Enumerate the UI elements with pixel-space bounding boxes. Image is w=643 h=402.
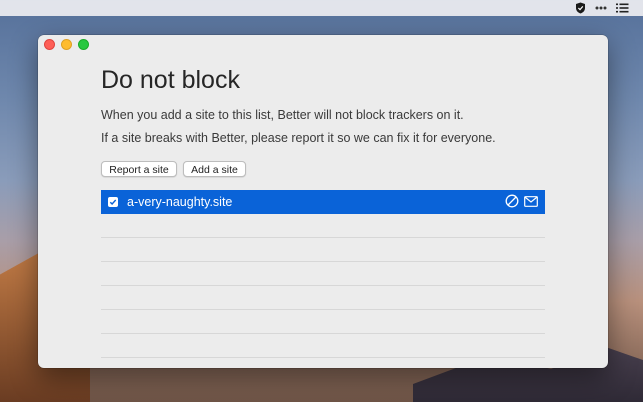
empty-list-row [101, 286, 545, 310]
description-line-1: When you add a site to this list, Better… [101, 108, 464, 122]
add-site-button[interactable]: Add a site [183, 161, 246, 177]
checkmark-icon [109, 199, 117, 206]
desktop-wallpaper: Do not block When you add a site to this… [0, 0, 643, 402]
window-controls [44, 39, 89, 50]
empty-list-row [101, 262, 545, 286]
zoom-button[interactable] [78, 39, 89, 50]
menu-bar [0, 0, 643, 16]
preferences-window: Do not block When you add a site to this… [38, 35, 608, 368]
site-name: a-very-naughty.site [127, 195, 233, 209]
more-dots-icon[interactable] [595, 6, 607, 10]
page-title: Do not block [101, 66, 240, 94]
empty-list-row [101, 214, 545, 238]
description-line-2: If a site breaks with Better, please rep… [101, 131, 496, 145]
list-icon[interactable] [616, 3, 629, 13]
minimize-button[interactable] [61, 39, 72, 50]
mail-icon[interactable] [524, 195, 538, 207]
report-site-button[interactable]: Report a site [101, 161, 177, 177]
site-enabled-checkbox[interactable] [108, 197, 118, 207]
shield-check-icon[interactable] [575, 2, 586, 14]
row-actions [505, 194, 538, 208]
empty-list-row [101, 334, 545, 358]
site-list-row[interactable]: a-very-naughty.site [101, 190, 545, 214]
close-button[interactable] [44, 39, 55, 50]
empty-list-row [101, 238, 545, 262]
site-list: a-very-naughty.site [101, 190, 545, 358]
block-icon[interactable] [505, 194, 519, 208]
empty-list-row [101, 310, 545, 334]
